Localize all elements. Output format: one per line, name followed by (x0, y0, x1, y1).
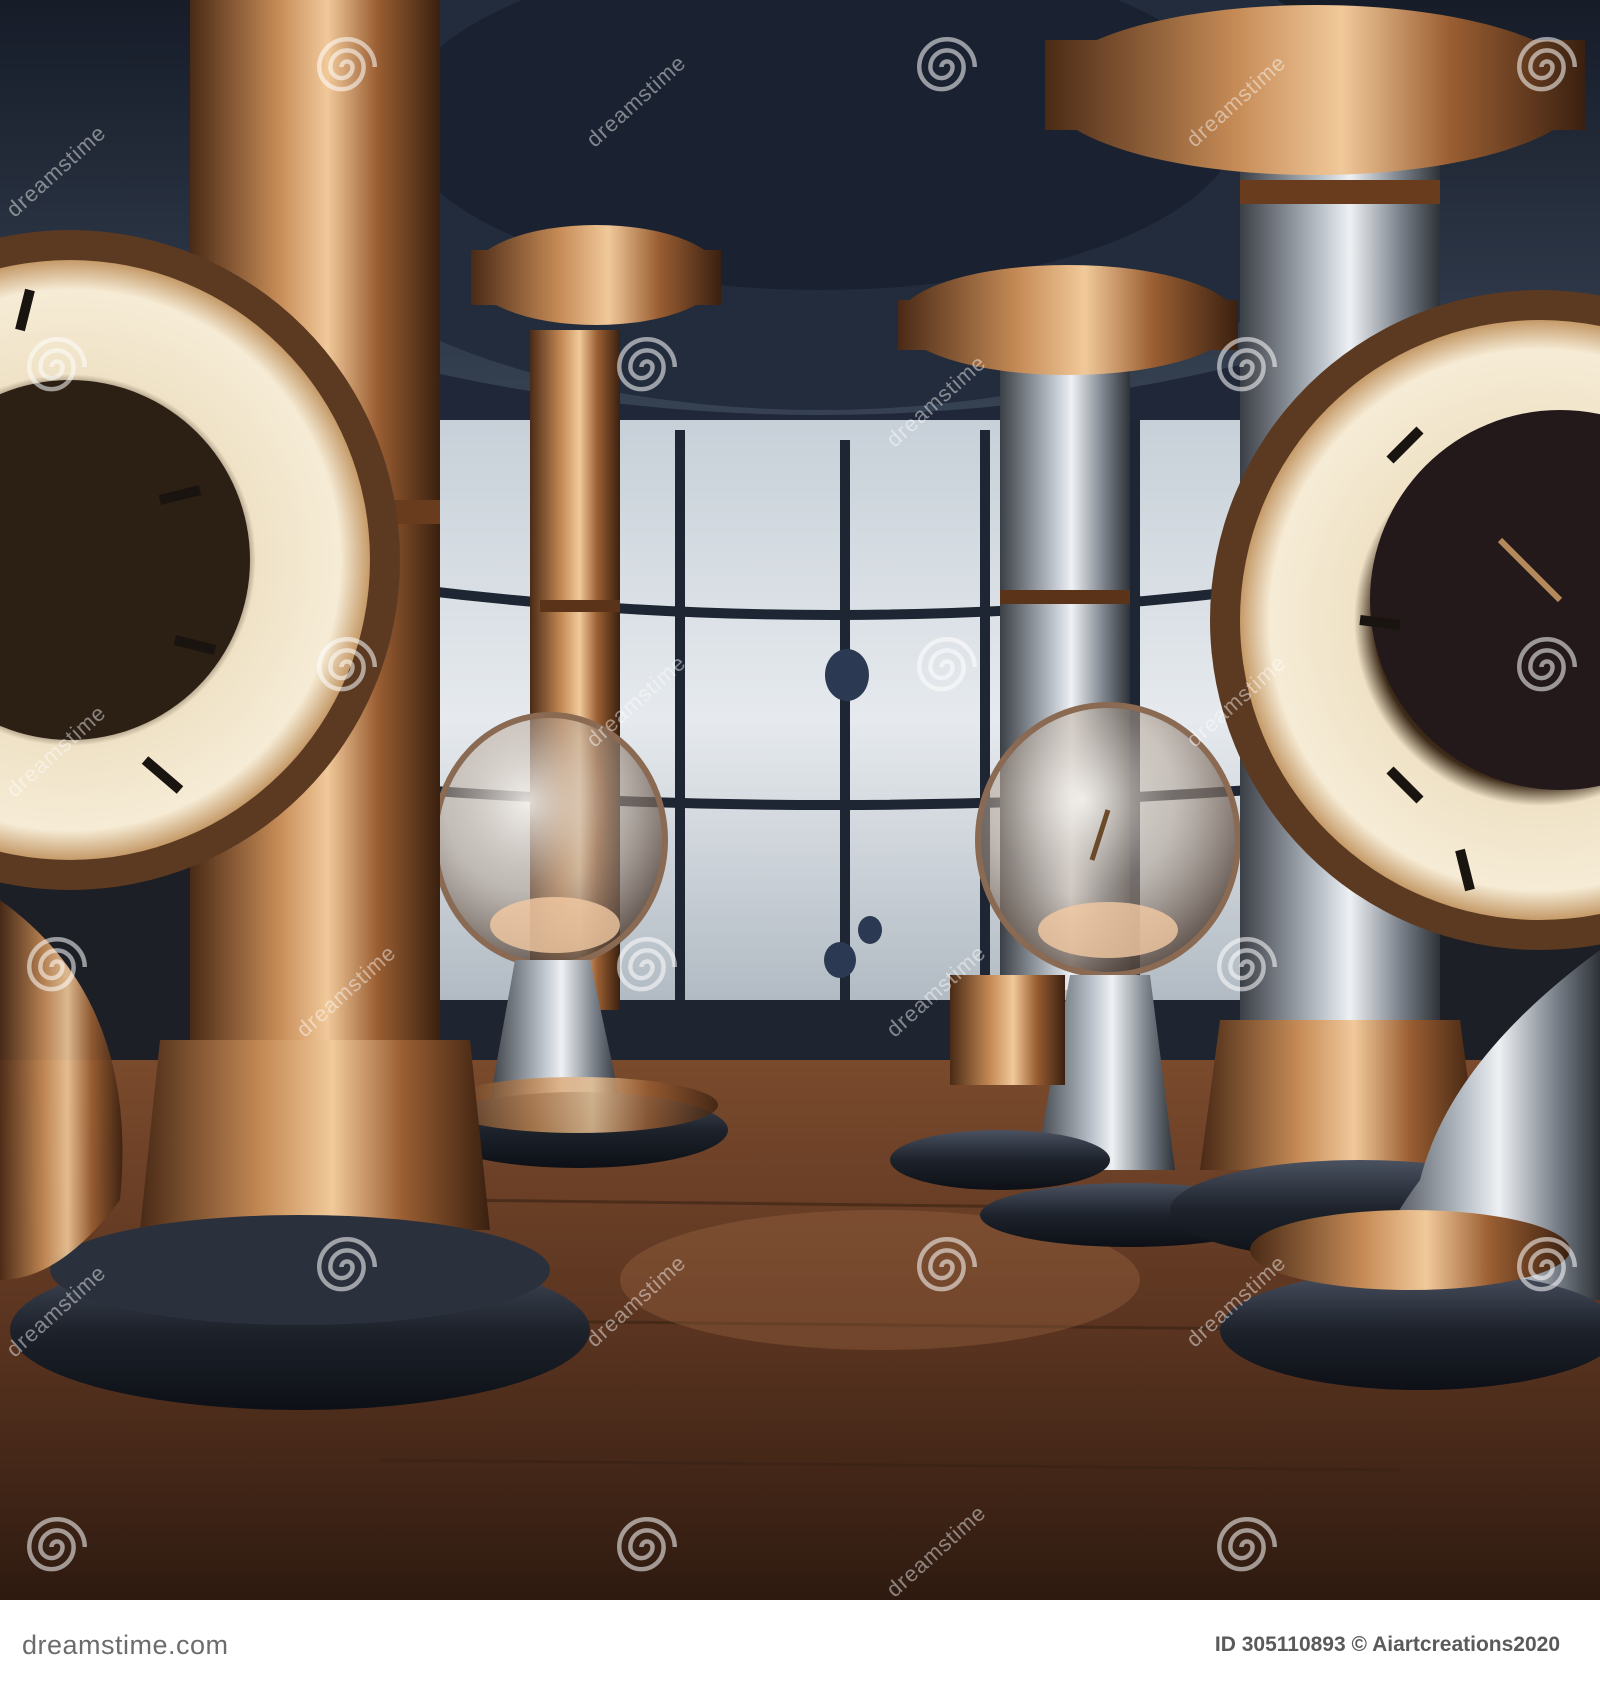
image-credit: ID 305110893 © Aiartcreations2020 (1215, 1633, 1560, 1657)
stock-photo: dreamstime dreamstime dreamstime dreamst… (0, 0, 1600, 1690)
brand-name: dreamstime.com (22, 1629, 229, 1660)
author-name: Aiartcreations2020 (1372, 1633, 1560, 1656)
image-id: ID 305110893 (1214, 1633, 1346, 1656)
stock-credit-bar: dreamstime.com ID 305110893 © Aiartcreat… (0, 1600, 1600, 1690)
copyright-symbol: © (1351, 1633, 1367, 1656)
photo-scene (0, 0, 1600, 1600)
